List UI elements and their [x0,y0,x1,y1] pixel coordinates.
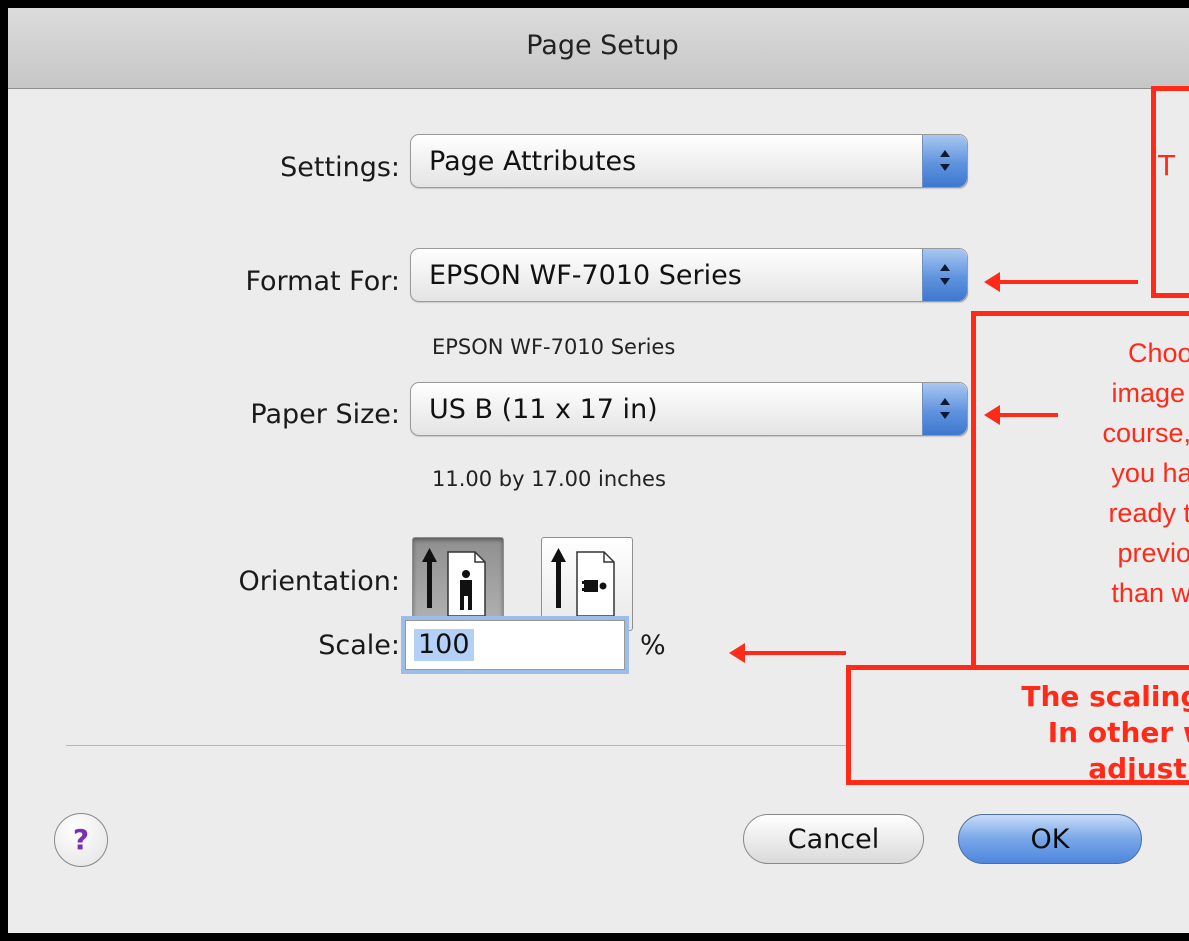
annotation-arrow-icon [984,272,1138,292]
annotation-arrow-icon [984,405,1058,425]
help-button[interactable]: ? [54,813,108,867]
annotation-callout-middle: Choos image y course, t you hav ready te… [971,311,1189,677]
orientation-portrait-button[interactable] [412,537,504,631]
format-for-label: Format For: [245,266,400,297]
annotation-callout-bottom-line: adjust the [1088,752,1189,785]
annotation-callout-bottom-line: The scaling should [1021,680,1189,713]
annotation-arrow-icon [729,643,846,663]
orientation-label: Orientation: [238,566,400,597]
format-for-value: EPSON WF-7010 Series [429,260,742,291]
format-for-stepper-icon [922,249,967,301]
ok-button[interactable]: OK [958,814,1142,864]
page-setup-dialog: Page Setup Settings: Page Attributes For… [8,8,1189,933]
scale-label: Scale: [318,630,400,661]
settings-popup[interactable]: Page Attributes [410,134,968,188]
paper-size-description: 11.00 by 17.00 inches [432,467,666,491]
annotation-callout-top-text: T [1158,149,1176,182]
scale-value: 100 [414,629,474,661]
paper-size-stepper-icon [922,383,967,435]
annotation-callout-middle-line: course, t [1102,418,1189,448]
annotation-callout-bottom: The scaling should In other words, adjus… [846,665,1189,785]
format-for-description: EPSON WF-7010 Series [432,335,676,359]
annotation-callout-bottom-line: In other words, [1047,716,1189,749]
scale-input[interactable]: 100 [405,620,625,670]
settings-value: Page Attributes [429,146,637,177]
orientation-landscape-button[interactable] [541,537,633,631]
settings-stepper-icon [922,135,967,187]
settings-label: Settings: [280,152,400,183]
title-bar: Page Setup [8,8,1189,89]
annotation-callout-middle-line: than wh [1111,578,1189,608]
paper-size-popup[interactable]: US B (11 x 17 in) [410,382,968,436]
annotation-callout-middle-line: ready te [1108,498,1189,528]
window-title: Page Setup [526,30,679,61]
annotation-callout-middle-line: image y [1111,378,1189,408]
paper-size-value: US B (11 x 17 in) [429,394,658,425]
cancel-button[interactable]: Cancel [743,814,924,864]
portrait-icon [422,548,486,617]
paper-size-label: Paper Size: [250,399,400,430]
format-for-popup[interactable]: EPSON WF-7010 Series [410,248,968,302]
scale-unit: % [640,630,666,661]
annotation-callout-middle-line: previou [1117,538,1189,568]
landscape-icon [551,548,615,617]
annotation-callout-middle-line: Choos [1127,338,1189,368]
annotation-callout-top: T [1151,86,1189,298]
annotation-callout-middle-line: you hav [1111,458,1189,488]
